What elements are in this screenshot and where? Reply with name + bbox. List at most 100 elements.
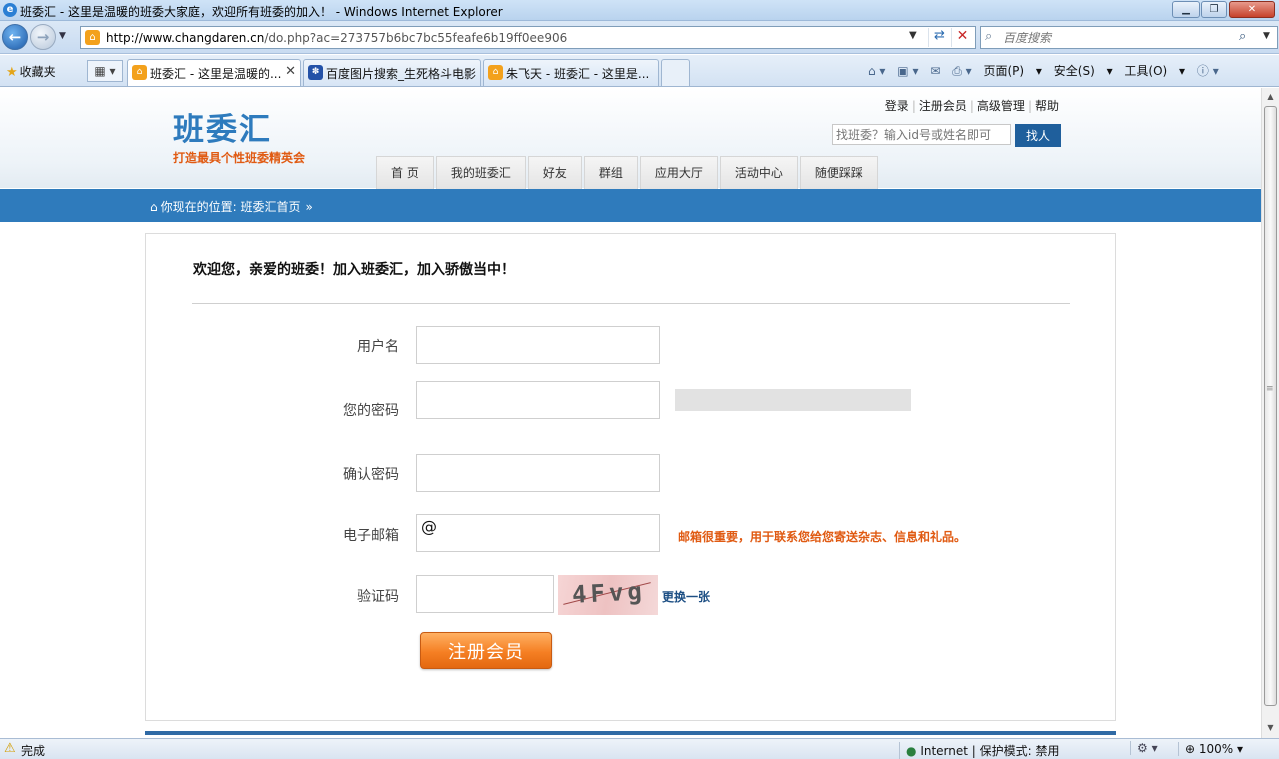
status-tools-icon[interactable]: ⚙ ▾ (1130, 741, 1158, 755)
tab-favicon-icon: ⌂ (132, 65, 147, 80)
nav-my-banweihui[interactable]: 我的班委汇 (435, 156, 526, 189)
favorites-button[interactable]: ★ 收藏夹 (6, 63, 56, 80)
nav-apps[interactable]: 应用大厅 (639, 156, 718, 189)
register-submit-button[interactable]: 注册会员 (420, 632, 552, 669)
nav-groups[interactable]: 群组 (583, 156, 638, 189)
password-label: 您的密码 (343, 403, 399, 419)
zoom-control[interactable]: ⊕ 100% ▾ (1178, 742, 1243, 756)
nav-random-visit[interactable]: 随便踩踩 (799, 156, 878, 189)
email-field[interactable] (416, 514, 660, 552)
back-button[interactable]: ← (2, 24, 28, 50)
scroll-down-icon[interactable]: ▼ (1264, 720, 1277, 736)
divider (192, 303, 1070, 304)
page-viewport: 班委汇 打造最具个性班委精英会 登录|注册会员|高级管理|帮助 找人 首 页我的… (0, 88, 1261, 738)
confirm-password-field[interactable] (416, 454, 660, 492)
captcha-field[interactable] (416, 575, 554, 613)
safety-menu[interactable]: 安全(S) ▾ (1054, 62, 1113, 79)
login-link[interactable]: 登录 (885, 99, 909, 113)
nav-home[interactable]: 首 页 (376, 156, 434, 189)
status-bar: ⚠ 完成 ● Internet | 保护模式: 禁用 ⚙ ▾ ⊕ 100% ▾ (0, 738, 1279, 759)
tab-zhufeitian[interactable]: ⌂ 朱飞天 - 班委汇 - 这里是... (483, 59, 659, 86)
captcha-refresh-link[interactable]: 更换一张 (662, 588, 710, 605)
history-dropdown-icon[interactable]: ▼ (59, 31, 66, 41)
find-member-input[interactable] (832, 124, 1011, 145)
admin-link[interactable]: 高级管理 (977, 99, 1025, 113)
page-scrollbar[interactable]: ▲ ≡ ▼ (1261, 88, 1279, 738)
tab-bar: ★ 收藏夹 ▦ ▾ ⌂ 班委汇 - 这里是温暖的... ✕ ✽ 百度图片搜索_生死… (0, 55, 1279, 87)
address-toolbar: ← → ▼ ⌂ http://www.changdaren.cn/do.php?… (0, 21, 1279, 54)
mail-icon[interactable]: ✉ (930, 64, 940, 78)
find-member-button[interactable]: 找人 (1015, 124, 1061, 147)
address-field[interactable]: ⌂ http://www.changdaren.cn/do.php?ac=273… (80, 26, 976, 49)
minimize-button[interactable]: ▁ (1172, 1, 1200, 18)
security-zone[interactable]: ● Internet | 保护模式: 禁用 (899, 742, 1060, 759)
password-field[interactable] (416, 381, 660, 419)
address-dropdown-icon[interactable]: ▼ (909, 30, 917, 41)
warning-icon[interactable]: ⚠ (4, 741, 16, 756)
feeds-icon[interactable]: ▣ ▾ (897, 64, 918, 78)
registration-panel: 欢迎您，亲爱的班委！加入班委汇，加入骄傲当中！ 用户名 您的密码 确认密码 电子… (145, 233, 1116, 721)
separator: | (1027, 99, 1032, 113)
zoom-level: 100% (1198, 742, 1234, 756)
status-text: 完成 (21, 744, 46, 758)
new-tab-button[interactable] (661, 59, 690, 86)
breadcrumb-current[interactable]: 班委汇首页 (241, 200, 301, 214)
site-header: 班委汇 打造最具个性班委精英会 登录|注册会员|高级管理|帮助 找人 首 页我的… (0, 88, 1261, 189)
page-menu[interactable]: 页面(P) ▾ (983, 62, 1041, 79)
close-tab-icon[interactable]: ✕ (285, 64, 296, 79)
breadcrumb-arrow: » (305, 200, 313, 214)
zone-text: Internet | 保护模式: 禁用 (920, 744, 1060, 758)
captcha-code: 4Fvg (571, 577, 647, 609)
scroll-up-icon[interactable]: ▲ (1264, 89, 1277, 105)
tab-label: 班委汇 - 这里是温暖的... (150, 67, 282, 81)
password-strength-bar (675, 389, 911, 411)
email-tip: 邮箱很重要，用于联系您给您寄送杂志、信息和礼品。 (678, 530, 967, 544)
site-favicon-icon: ⌂ (85, 30, 100, 45)
print-icon[interactable]: ⎙ ▾ (952, 64, 971, 79)
breadcrumb: ⌂ 你现在的位置: 班委汇首页 » (150, 198, 313, 215)
captcha-label: 验证码 (357, 589, 399, 605)
quick-tabs-button[interactable]: ▦ ▾ (87, 60, 123, 82)
tab-baidu-images[interactable]: ✽ 百度图片搜索_生死格斗电影 (303, 59, 481, 86)
username-field[interactable] (416, 326, 660, 364)
favorites-label: 收藏夹 (19, 65, 56, 79)
tools-menu[interactable]: 工具(O) ▾ (1124, 62, 1185, 79)
search-provider-icon: ⌕ (985, 29, 993, 44)
close-window-button[interactable]: ✕ (1229, 1, 1275, 18)
baidu-paw-icon: ✽ (308, 65, 323, 80)
refresh-icon[interactable]: ⇄ (928, 28, 950, 47)
top-links: 登录 | 注册会员 | 高级管理 | 帮助 (885, 97, 1059, 114)
window-title: 班委汇 - 这里是温暖的班委大家庭，欢迎所有班委的加入！ - Windows I… (20, 5, 503, 19)
url-text[interactable]: http://www.changdaren.cn/do.php?ac=27375… (106, 31, 567, 45)
command-bar: ⌂ ▾ ▣ ▾ ✉ ⎙ ▾ 页面(P) ▾ 安全(S) ▾ 工具(O) ▾ ⓘ … (868, 62, 1227, 79)
breadcrumb-prefix: 你现在的位置: (160, 200, 237, 214)
register-link[interactable]: 注册会员 (919, 99, 967, 113)
help-link[interactable]: 帮助 (1035, 99, 1059, 113)
browser-search-box[interactable]: ⌕ ⌕ ▼ (980, 26, 1278, 49)
window-titlebar: e 班委汇 - 这里是温暖的班委大家庭，欢迎所有班委的加入！ - Windows… (0, 0, 1279, 21)
scroll-thumb[interactable] (1264, 106, 1277, 706)
stop-icon[interactable]: ✕ (951, 28, 973, 47)
maximize-button[interactable]: ❐ (1201, 1, 1227, 18)
url-host: http://www.changdaren.cn (106, 31, 265, 45)
tab-favicon-icon: ⌂ (488, 65, 503, 80)
browser-search-input[interactable] (1003, 30, 1233, 46)
tab-banweihui[interactable]: ⌂ 班委汇 - 这里是温暖的... ✕ (127, 59, 301, 86)
page-menu-label: 页面(P) (983, 64, 1025, 78)
favorites-star-icon: ★ (6, 65, 18, 80)
confirm-password-label: 确认密码 (343, 467, 399, 483)
nav-friends[interactable]: 好友 (527, 156, 582, 189)
separator: | (911, 99, 916, 113)
search-go-icon[interactable]: ⌕ (1239, 29, 1246, 44)
captcha-image[interactable]: 4Fvg (558, 575, 658, 615)
welcome-heading: 欢迎您，亲爱的班委！加入班委汇，加入骄傲当中！ (193, 262, 515, 278)
home-icon[interactable]: ⌂ ▾ (868, 64, 885, 78)
safety-menu-label: 安全(S) (1053, 64, 1095, 78)
tab-label: 朱飞天 - 班委汇 - 这里是... (506, 67, 650, 81)
forward-button[interactable]: → (30, 24, 56, 50)
nav-events[interactable]: 活动中心 (719, 156, 798, 189)
search-options-icon[interactable]: ▼ (1263, 31, 1270, 41)
site-logo[interactable]: 班委汇 打造最具个性班委精英会 (173, 104, 305, 166)
help-icon[interactable]: ⓘ ▾ (1197, 62, 1219, 79)
separator: | (969, 99, 974, 113)
